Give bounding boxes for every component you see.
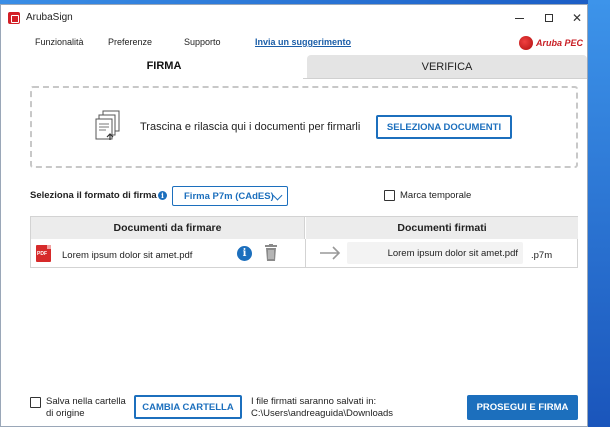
change-folder-button[interactable]: CAMBIA CARTELLA [134, 395, 242, 419]
aruba-logo-icon [519, 36, 533, 50]
timestamp-checkbox[interactable] [384, 190, 395, 201]
menu-funzionalita[interactable]: Funzionalità [35, 37, 84, 47]
menu-bar: Funzionalità Preferenze Supporto Invia u… [1, 31, 587, 53]
select-documents-button[interactable]: SELEZIONA DOCUMENTI [376, 115, 512, 139]
window-title: ArubaSign [26, 12, 73, 23]
menu-preferenze[interactable]: Preferenze [108, 37, 152, 47]
save-location-info: I file firmati saranno salvati in: C:\Us… [251, 396, 393, 420]
format-label: Seleziona il formato di firma [30, 190, 157, 201]
app-icon [8, 12, 20, 24]
app-window: ArubaSign ✕ Funzionalità Preferenze Supp… [0, 4, 588, 427]
proceed-and-sign-button[interactable]: PROSEGUI E FIRMA [467, 395, 578, 420]
title-bar: ArubaSign ✕ [1, 5, 587, 31]
source-document-name: Lorem ipsum dolor sit amet.pdf [62, 250, 193, 261]
signed-extension: .p7m [531, 250, 553, 261]
close-button[interactable]: ✕ [559, 5, 587, 31]
format-info-icon[interactable]: i [158, 191, 167, 200]
tab-firma[interactable]: FIRMA [25, 55, 303, 79]
format-select-value: Firma P7m (CAdES) [184, 190, 274, 202]
dropzone-text: Trascina e rilascia qui i documenti per … [140, 121, 361, 133]
arrow-right-icon [320, 246, 341, 260]
documents-icon [95, 110, 120, 140]
menu-supporto[interactable]: Supporto [184, 37, 221, 47]
header-signed-documents: Documenti firmati [306, 217, 578, 239]
document-dropzone[interactable]: Trascina e rilascia qui i documenti per … [30, 86, 578, 168]
brand-name: Aruba PEC [536, 38, 584, 48]
chevron-down-icon [272, 190, 283, 201]
trash-icon[interactable] [264, 244, 278, 262]
brand-logo: Aruba PEC [519, 36, 583, 50]
tab-verifica[interactable]: VERIFICA [307, 55, 587, 79]
header-documents-to-sign: Documenti da firmare [31, 217, 305, 239]
save-origin-label: Salva nella cartella di origine [46, 396, 126, 420]
tab-divider [303, 78, 587, 79]
documents-table: Documenti da firmare Documenti firmati P… [30, 216, 578, 268]
suggestion-link[interactable]: Invia un suggerimento [255, 37, 351, 47]
save-origin-checkbox[interactable] [30, 397, 41, 408]
maximize-icon [545, 14, 553, 22]
pdf-file-icon: PDF [36, 245, 51, 262]
signed-document-name-field[interactable]: Lorem ipsum dolor sit amet.pdf [347, 242, 523, 264]
signed-document-name: Lorem ipsum dolor sit amet.pdf [387, 247, 518, 259]
save-info-text: I file firmati saranno salvati in: [251, 396, 377, 407]
minimize-icon [514, 17, 524, 19]
save-origin-label-line1: Salva nella cartella [46, 396, 126, 407]
column-divider [305, 239, 306, 267]
timestamp-label: Marca temporale [400, 190, 472, 201]
format-select[interactable]: Firma P7m (CAdES) [172, 186, 288, 206]
save-info-path: C:\Users\andreaguida\Downloads [251, 408, 394, 419]
document-info-icon[interactable]: i [237, 246, 252, 261]
desktop-background [588, 0, 610, 427]
close-icon: ✕ [571, 11, 583, 25]
save-origin-label-line2: di origine [46, 408, 85, 419]
